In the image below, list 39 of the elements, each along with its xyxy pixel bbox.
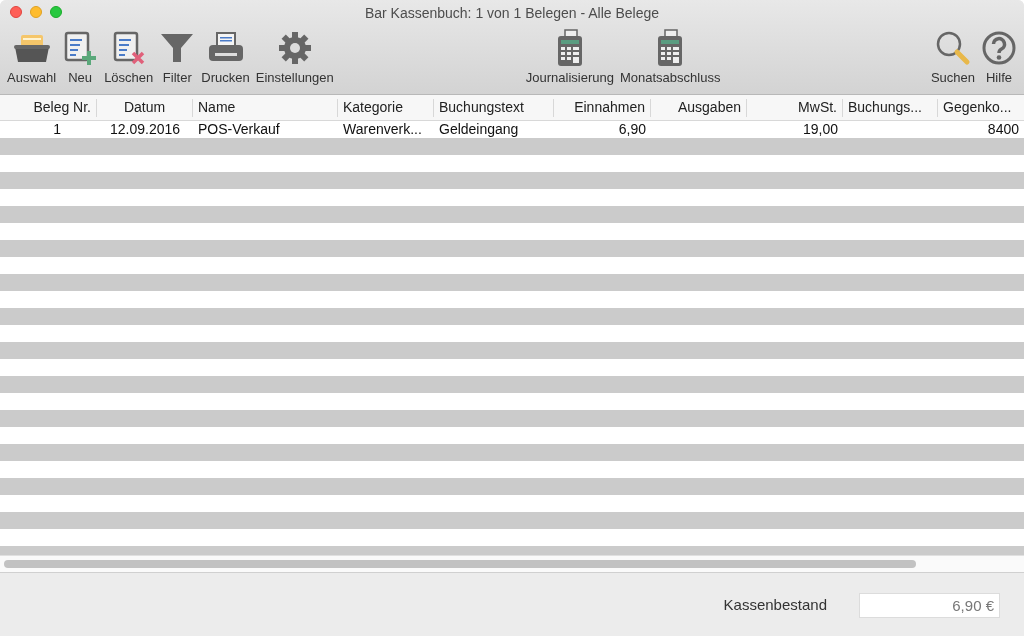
- help-icon: [981, 30, 1017, 66]
- horizontal-scrollbar[interactable]: [4, 560, 916, 568]
- balance-field: 6,90 €: [859, 593, 1000, 618]
- toolbar-button[interactable]: Hilfe: [978, 27, 1020, 89]
- column-header[interactable]: MwSt.: [798, 97, 837, 118]
- table-cell: 1: [53, 121, 61, 138]
- table-cell: 8400: [987, 121, 1019, 138]
- table-cell: 12.09.2016: [109, 121, 181, 138]
- toolbar-button[interactable]: Filter: [156, 27, 199, 89]
- tray-icon: [11, 32, 52, 64]
- table-cell: Geldeingang: [439, 121, 519, 138]
- balance-label: Kassenbestand: [723, 595, 827, 616]
- toolbar-button[interactable]: Drucken: [198, 27, 253, 89]
- close-button[interactable]: [10, 6, 22, 18]
- column-header[interactable]: Datum: [123, 97, 166, 118]
- column-header[interactable]: Einnahmen: [574, 97, 645, 118]
- column-header[interactable]: Beleg Nr.: [33, 97, 91, 118]
- table-cell: POS-Verkauf: [198, 121, 280, 138]
- gear-icon: [276, 30, 313, 66]
- column-header[interactable]: Name: [198, 97, 236, 118]
- toolbar-button[interactable]: Monatsabschluss: [616, 27, 724, 89]
- table-cell: 6,90: [618, 121, 646, 138]
- column-header[interactable]: Buchungstext: [439, 97, 524, 118]
- table-cell: 19,00: [802, 121, 838, 138]
- zoom-button[interactable]: [50, 6, 62, 18]
- minimize-button[interactable]: [30, 6, 42, 18]
- document-plus-icon: [62, 30, 99, 66]
- column-header[interactable]: Ausgaben: [677, 97, 741, 118]
- table-cell: Warenverk...: [343, 121, 422, 138]
- column-header[interactable]: Gegenko...: [943, 97, 1012, 118]
- column-header[interactable]: Kategorie: [343, 97, 403, 118]
- toolbar-button[interactable]: Löschen: [101, 27, 157, 89]
- toolbar-button[interactable]: Auswahl: [4, 27, 60, 89]
- column-header[interactable]: Buchungs...: [848, 97, 922, 118]
- toolbar-button[interactable]: Journalisierung: [522, 27, 617, 89]
- toolbar-button[interactable]: Einstellungen: [252, 27, 337, 89]
- toolbar-button[interactable]: Suchen: [927, 27, 978, 89]
- toolbar-button[interactable]: Neu: [59, 27, 102, 89]
- window-title: Bar Kassenbuch: 1 von 1 Belegen - Alle Belege: [364, 4, 660, 23]
